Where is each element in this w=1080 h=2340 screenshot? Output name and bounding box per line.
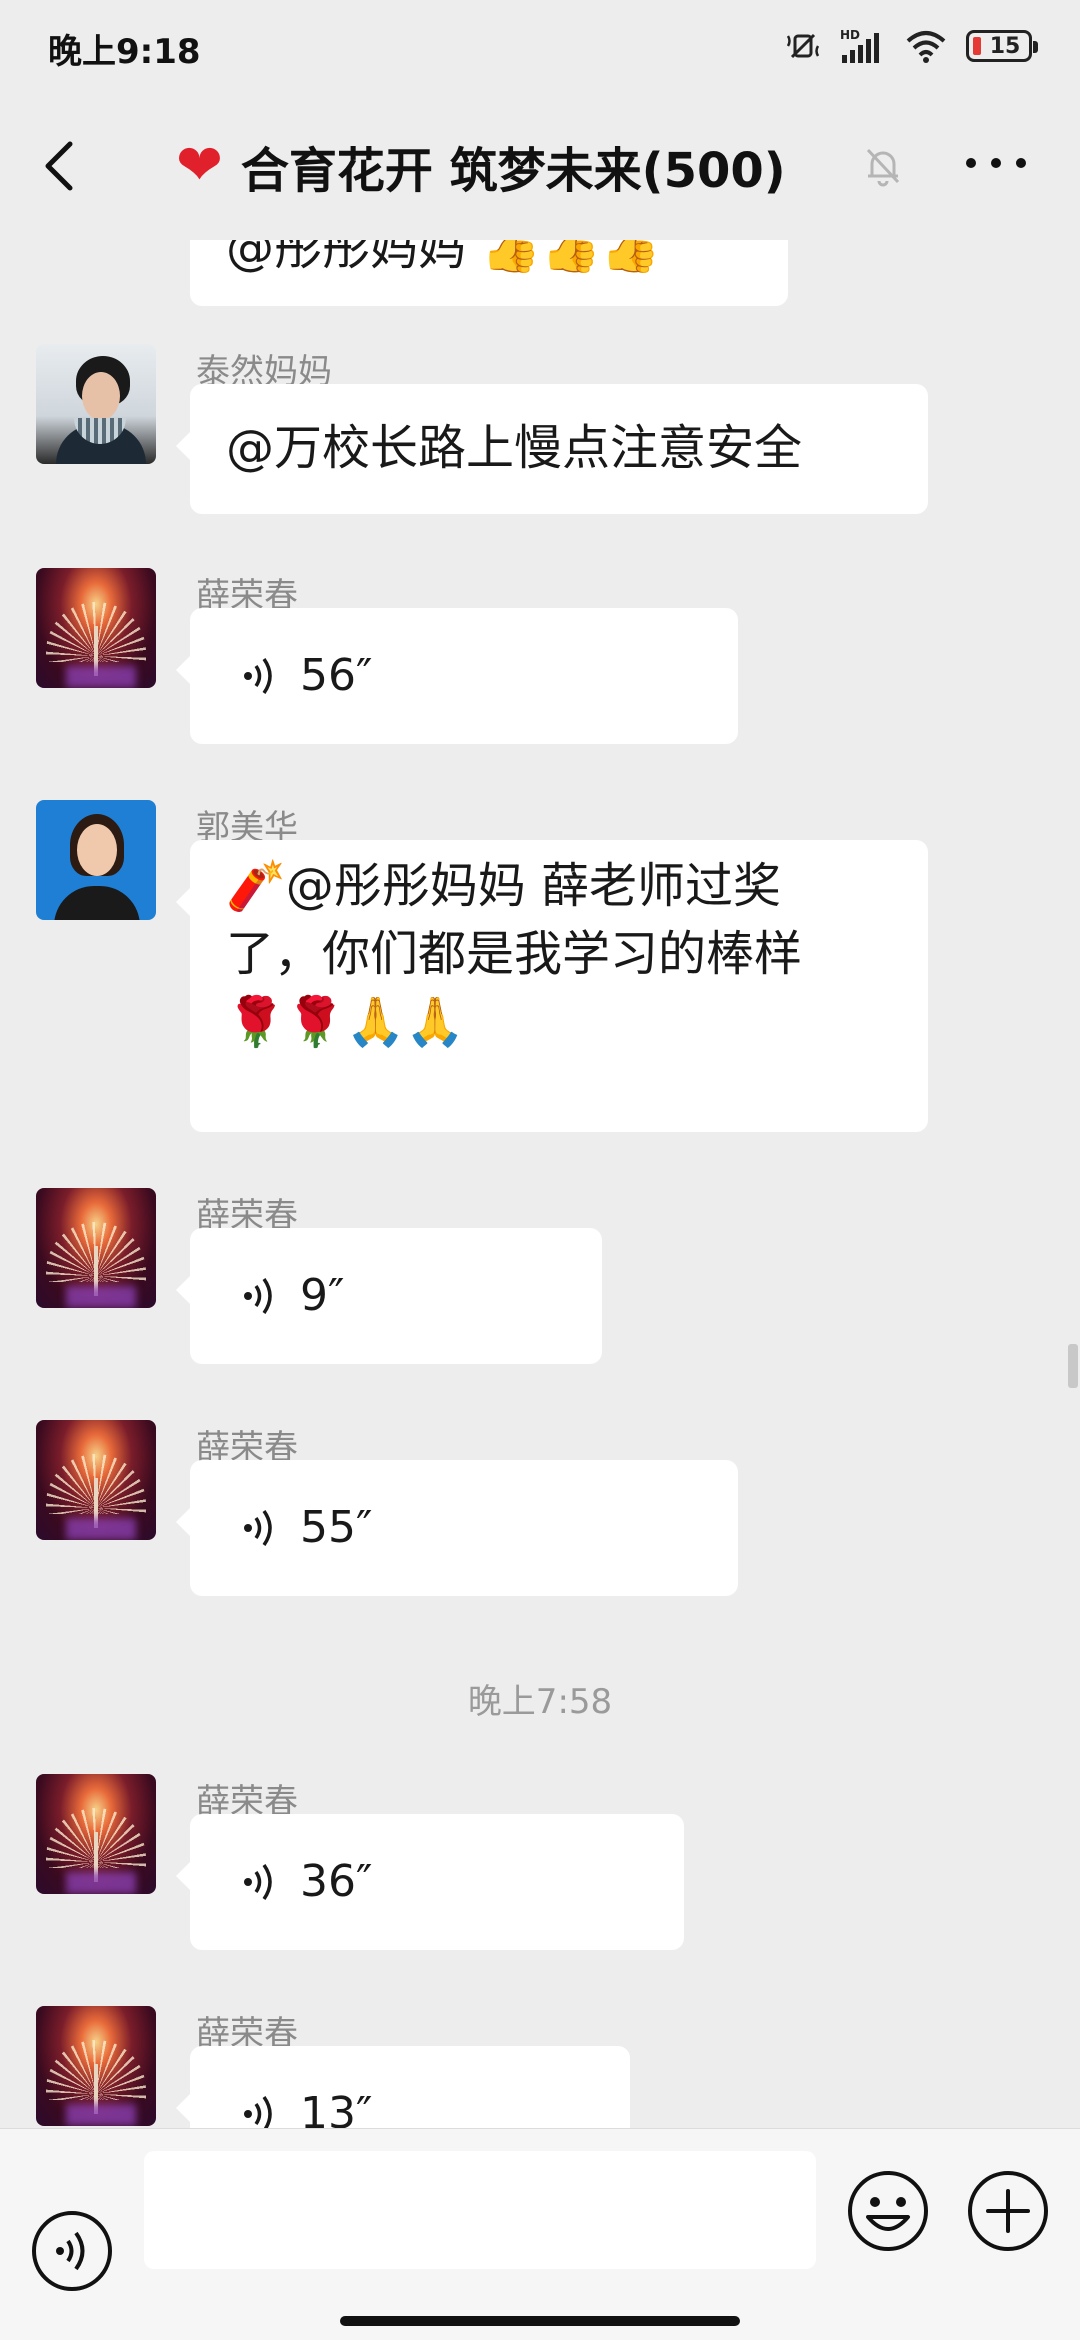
message-text-line: 了，你们都是我学习的棒样 [226,926,803,982]
nav-title-group[interactable]: ❤ 合育花开 筑梦未来(500) [176,133,786,200]
voice-message-bubble[interactable]: 13″ [176,2046,630,2128]
voice-wave-icon [244,1509,272,1547]
battery-level: 15 [989,33,1021,59]
voice-wave-icon [244,2095,272,2128]
voice-message-bubble[interactable]: 56″ [176,608,738,744]
message-input[interactable] [144,2151,816,2269]
voice-message-bubble[interactable]: 9″ [176,1228,602,1364]
message-text: @彤彤妈妈 👍👍👍 [226,240,661,276]
wifi-icon [906,31,946,63]
message-bubble[interactable]: 🧨@彤彤妈妈 薛老师过奖 了，你们都是我学习的棒样 🌹🌹🙏🙏 [176,840,928,1132]
avatar[interactable] [36,1420,156,1540]
chat-title: 合育花开 筑梦未来(500) [240,143,786,199]
battery-icon: 15 [966,30,1038,62]
voice-duration: 13″ [300,2088,373,2128]
avatar[interactable] [36,2006,156,2126]
plus-icon[interactable] [966,2169,1050,2253]
message-text-line: 🌹🌹🙏🙏 [226,994,466,1050]
voice-message-bubble[interactable]: 55″ [176,1460,738,1596]
muted-bell-icon [866,148,900,187]
message-bubble[interactable]: @万校长路上慢点注意安全 [176,384,928,514]
avatar[interactable] [36,344,156,464]
voice-wave-icon [244,657,272,695]
message-text-line: 🧨@彤彤妈妈 薛老师过奖 [226,858,782,914]
chat-area[interactable]: @彤彤妈妈 👍👍👍 泰然妈妈 @万校长路上慢点注意安全 薛荣春 56″ 郭美华 … [0,240,1080,2128]
voice-duration: 56″ [300,650,373,701]
timestamp-divider: 晚上7:58 [467,1682,613,1722]
message-text: @万校长路上慢点注意安全 [226,420,803,476]
voice-duration: 9″ [300,1270,345,1321]
voice-message-bubble[interactable]: 36″ [176,1814,684,1950]
nav-bar: ❤ 合育花开 筑梦未来(500) [0,92,1080,240]
scrollbar[interactable] [1068,1344,1078,1388]
more-button[interactable] [966,158,1026,174]
voice-wave-icon [244,1277,272,1315]
message-bubble[interactable]: @彤彤妈妈 👍👍👍 [190,240,788,306]
avatar[interactable] [36,568,156,688]
status-time: 晚上9:18 [48,32,201,72]
voice-duration: 36″ [300,1856,373,1907]
emoji-icon[interactable] [846,2169,930,2253]
heart-emoji: ❤ [176,133,223,198]
avatar[interactable] [36,1774,156,1894]
input-bar [0,2128,1080,2340]
status-icons: HD 15 [784,26,1038,66]
voice-duration: 55″ [300,1502,373,1553]
avatar[interactable] [36,800,156,920]
svg-text:HD: HD [840,28,860,42]
home-indicator[interactable] [340,2316,740,2326]
voice-wave-icon [244,1863,272,1901]
voice-toggle-icon[interactable] [30,2209,114,2293]
status-bar: 晚上9:18 HD 15 [0,0,1080,92]
mute-icon [786,33,820,59]
hd-signal-icon: HD [840,28,879,63]
avatar[interactable] [36,1188,156,1308]
back-icon[interactable] [36,136,86,196]
